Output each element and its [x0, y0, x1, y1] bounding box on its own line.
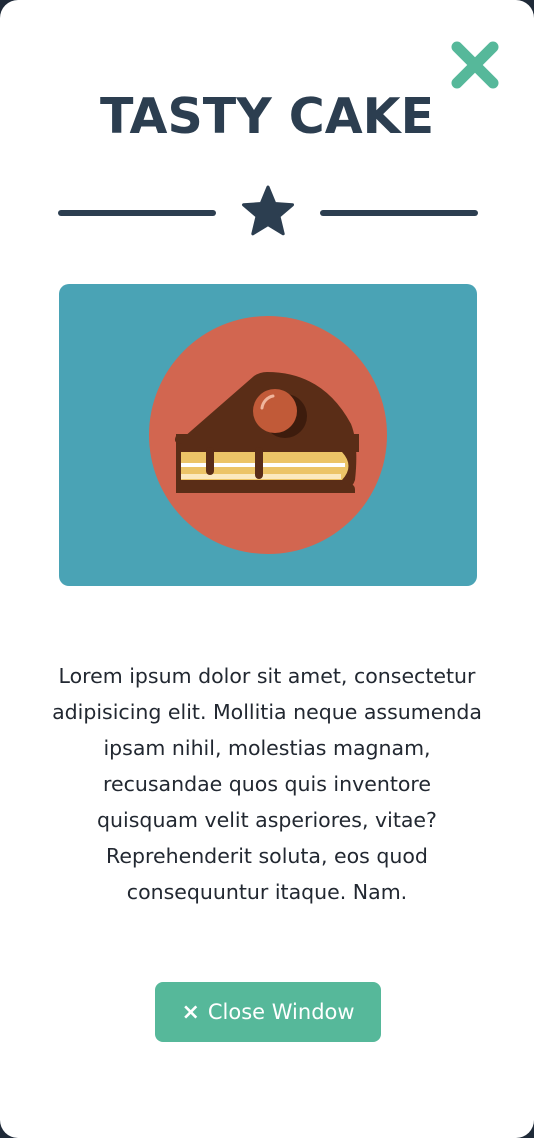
divider-line-right [320, 210, 478, 216]
star-icon [241, 185, 295, 239]
cake-slice-icon [149, 316, 387, 554]
divider-line-left [58, 210, 216, 216]
modal-description: Lorem ipsum dolor sit amet, consectetur … [52, 664, 482, 904]
close-window-button[interactable]: × Close Window [155, 982, 381, 1042]
times-icon: × [181, 999, 200, 1025]
cake-image [59, 284, 477, 586]
close-window-label: Close Window [207, 1000, 355, 1024]
modal-title: TASTY CAKE [99, 88, 435, 145]
star-divider [58, 185, 478, 241]
close-x-icon[interactable] [448, 38, 502, 92]
portfolio-modal: TASTY CAKE Lorem ipsum dolor sit amet, c… [0, 0, 534, 1138]
